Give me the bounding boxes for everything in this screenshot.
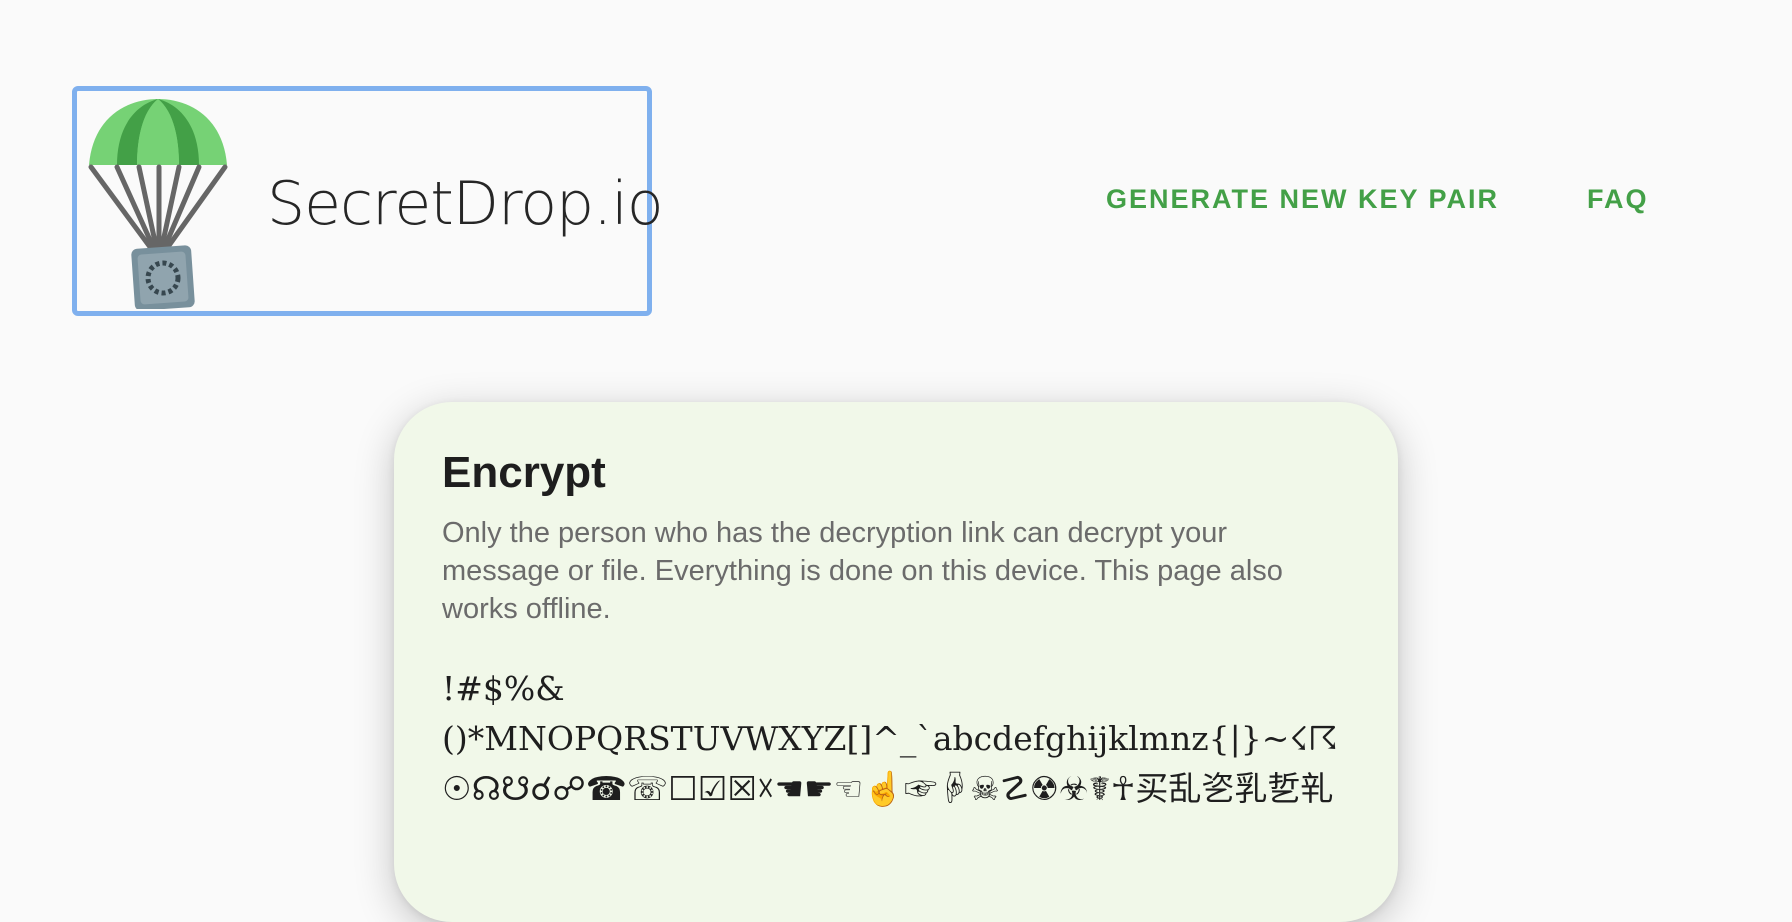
- glyph-text-block: !#$%& ()*MNOPQRSTUVWXYZ[]^_`abcdefghijkl…: [442, 664, 1354, 814]
- glyph-line: ☉☊☋☌☍☎☏☐☑☒☓☚☛☜☝☞☟☠☡☢☣☤☥买乱乲乳乴乵: [442, 769, 1334, 808]
- card-title: Encrypt: [442, 448, 606, 497]
- glyph-line: ()*MNOPQRSTUVWXYZ[]^_`abcdefghijklmnz{|}…: [442, 719, 1338, 758]
- faq-link[interactable]: FAQ: [1587, 184, 1649, 215]
- encrypt-card: Encrypt Only the person who has the decr…: [394, 402, 1398, 922]
- parachute-safe-logo-icon: [88, 99, 228, 309]
- glyph-line: !#$%&: [442, 669, 565, 708]
- site-header: SecretDrop.io GENERATE NEW KEY PAIR FAQ: [0, 0, 1792, 330]
- card-description: Only the person who has the decryption l…: [442, 517, 1283, 625]
- home-logo-link[interactable]: SecretDrop.io: [72, 86, 664, 316]
- site-name: SecretDrop.io: [267, 169, 664, 239]
- generate-key-pair-link[interactable]: GENERATE NEW KEY PAIR: [1106, 184, 1499, 215]
